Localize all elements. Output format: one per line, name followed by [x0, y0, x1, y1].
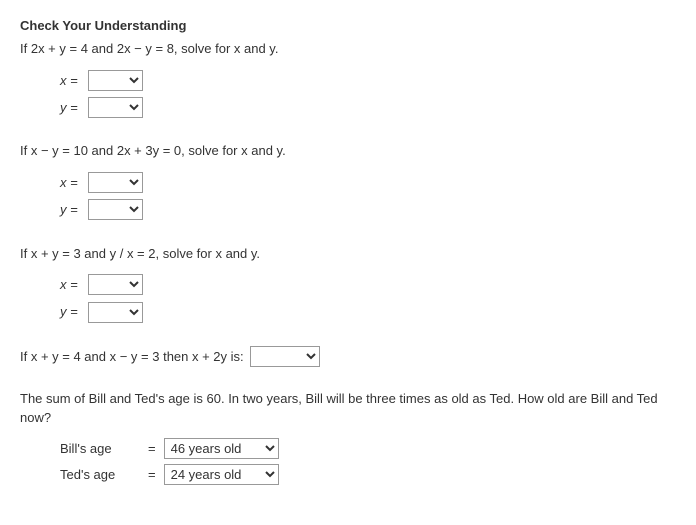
- problem-3-text: If x + y = 3 and y / x = 2, solve for x …: [20, 244, 676, 264]
- problem-2-y-select[interactable]: -4 -2 0 2: [88, 199, 143, 220]
- problem-3-y-row: y = 1 2 3: [60, 300, 676, 323]
- problem-1-vars: x = 1 2 3 4 y = -4 -2 0 2 4: [60, 69, 676, 120]
- problem-1-text: If 2x + y = 4 and 2x − y = 8, solve for …: [20, 39, 676, 59]
- bills-age-row: Bill's age = 46 years old 44 years old 4…: [60, 438, 676, 459]
- problem-2-x-select[interactable]: 1 2 4 6: [88, 172, 143, 193]
- problem-2-y-row: y = -4 -2 0 2: [60, 198, 676, 221]
- teds-age-label: Ted's age: [60, 467, 140, 482]
- problem-2-vars: x = 1 2 4 6 y = -4 -2 0 2: [60, 171, 676, 222]
- age-section: Bill's age = 46 years old 44 years old 4…: [20, 438, 676, 485]
- problem-5: The sum of Bill and Ted's age is 60. In …: [20, 389, 676, 485]
- problem-3-y-label: y =: [60, 300, 88, 323]
- problem-2: If x − y = 10 and 2x + 3y = 0, solve for…: [20, 141, 676, 221]
- problem-1-x-select[interactable]: 1 2 3 4: [88, 70, 143, 91]
- problem-1-y-select[interactable]: -4 -2 0 2 4: [88, 97, 143, 118]
- page-title: Check Your Understanding: [20, 18, 676, 33]
- problem-3-y-select[interactable]: 1 2 3: [88, 302, 143, 323]
- problem-3: If x + y = 3 and y / x = 2, solve for x …: [20, 244, 676, 324]
- problem-4-select[interactable]: 5 6 7 8: [250, 346, 320, 367]
- problem-1-y-row: y = -4 -2 0 2 4: [60, 96, 676, 119]
- problem-1-x-row: x = 1 2 3 4: [60, 69, 676, 92]
- problem-1: If 2x + y = 4 and 2x − y = 8, solve for …: [20, 39, 676, 119]
- problem-3-vars: x = 1 2 3 y = 1 2 3: [60, 273, 676, 324]
- bills-age-select[interactable]: 46 years old 44 years old 48 years old 4…: [164, 438, 279, 459]
- problem-1-y-label: y =: [60, 96, 88, 119]
- problem-2-text: If x − y = 10 and 2x + 3y = 0, solve for…: [20, 141, 676, 161]
- bills-age-equals: =: [148, 441, 156, 456]
- problem-2-x-label: x =: [60, 171, 88, 194]
- problem-3-x-row: x = 1 2 3: [60, 273, 676, 296]
- teds-age-select[interactable]: 24 years old 22 years old 20 years old 1…: [164, 464, 279, 485]
- problem-2-x-row: x = 1 2 4 6: [60, 171, 676, 194]
- problem-3-x-label: x =: [60, 273, 88, 296]
- problem-2-y-label: y =: [60, 198, 88, 221]
- problem-1-x-label: x =: [60, 69, 88, 92]
- problem-5-text: The sum of Bill and Ted's age is 60. In …: [20, 389, 676, 428]
- problem-3-x-select[interactable]: 1 2 3: [88, 274, 143, 295]
- teds-age-row: Ted's age = 24 years old 22 years old 20…: [60, 464, 676, 485]
- problem-4-text: If x + y = 4 and x − y = 3 then x + 2y i…: [20, 349, 244, 364]
- teds-age-equals: =: [148, 467, 156, 482]
- bills-age-label: Bill's age: [60, 441, 140, 456]
- problem-4: If x + y = 4 and x − y = 3 then x + 2y i…: [20, 346, 676, 367]
